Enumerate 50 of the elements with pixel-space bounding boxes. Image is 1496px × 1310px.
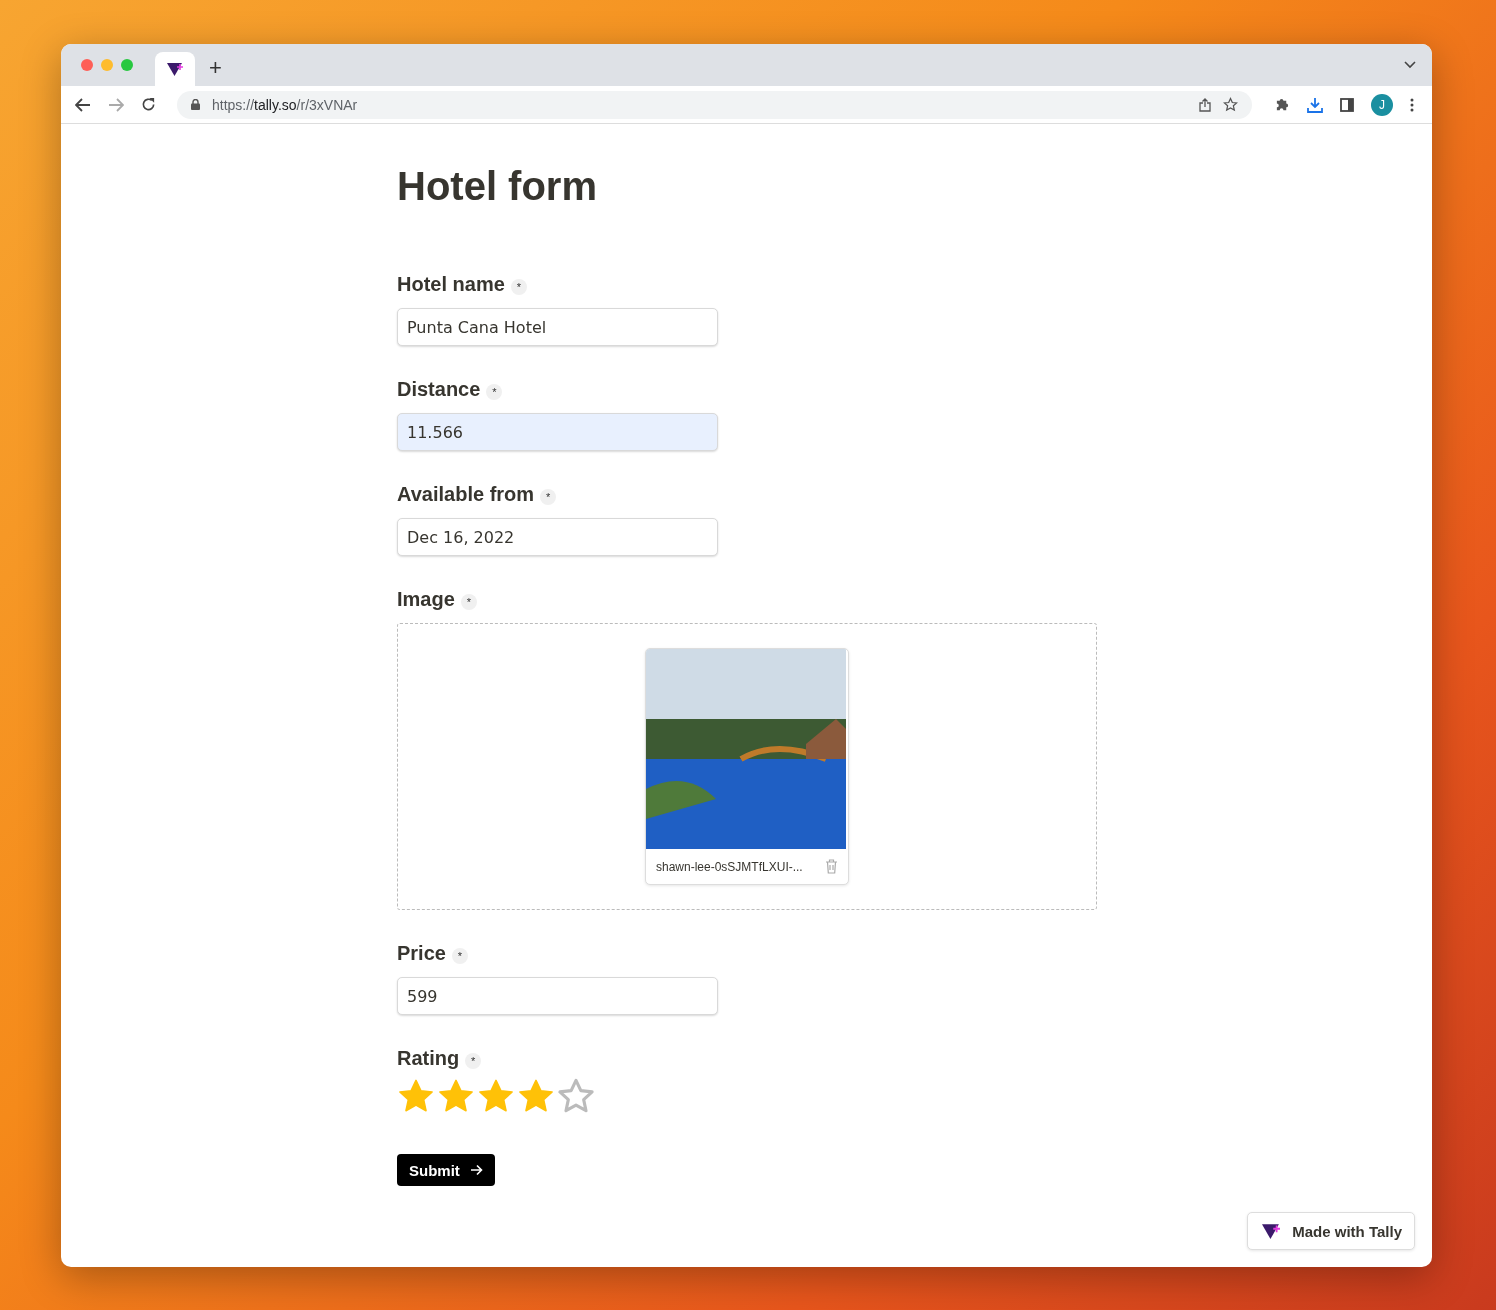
filled-star-icon[interactable] [477, 1078, 515, 1114]
required-marker: * [510, 278, 527, 295]
required-marker: * [486, 383, 503, 400]
chevron-down-icon[interactable] [1404, 61, 1416, 69]
required-marker: * [540, 488, 557, 505]
field-label: Price [397, 942, 446, 965]
field-label: Rating [397, 1047, 460, 1070]
puzzle-piece-icon[interactable] [1275, 97, 1290, 112]
forward-arrow-icon[interactable] [108, 97, 124, 112]
reload-icon[interactable] [141, 97, 156, 112]
required-marker: * [451, 947, 468, 964]
file-name: shawn-lee-0sSJMTfLXUI-... [656, 859, 803, 874]
form-title: Hotel form [397, 164, 598, 209]
filled-star-icon[interactable] [517, 1078, 555, 1114]
upload-area[interactable]: shawn-lee-0sSJMTfLXUI-... [397, 623, 1097, 910]
maximize-window-icon[interactable] [121, 59, 133, 71]
side-panel-icon[interactable] [1340, 97, 1354, 112]
address-bar[interactable]: https://tally.so/r/3xVNAr [177, 90, 1252, 119]
field-label: Hotel name [397, 273, 505, 296]
made-with-badge[interactable]: Made with Tally [1247, 1212, 1415, 1250]
triangle-logo-icon [166, 61, 184, 77]
trash-icon[interactable] [825, 859, 838, 874]
field-label: Available from [397, 483, 535, 506]
close-window-icon[interactable] [81, 59, 93, 71]
lock-icon [191, 99, 200, 110]
more-menu-icon[interactable] [1410, 97, 1414, 112]
new-tab-button[interactable]: + [209, 56, 222, 80]
filled-star-icon[interactable] [397, 1078, 435, 1114]
field-label: Distance [397, 378, 481, 401]
required-marker: * [465, 1052, 482, 1069]
download-icon[interactable] [1307, 96, 1323, 113]
badge-text: Made with Tally [1292, 1222, 1402, 1240]
share-icon[interactable] [1199, 97, 1211, 112]
filled-star-icon[interactable] [437, 1078, 475, 1114]
input-field[interactable]: Punta Cana Hotel [397, 308, 718, 346]
minimize-window-icon[interactable] [101, 59, 113, 71]
field-label: Image [397, 588, 455, 611]
empty-star-icon[interactable] [557, 1078, 595, 1114]
arrow-right-icon [469, 1164, 483, 1176]
star-outline-icon[interactable] [1223, 97, 1238, 112]
required-marker: * [460, 593, 477, 610]
input-field[interactable]: 11.566 [397, 413, 718, 451]
browser-tab[interactable] [155, 52, 195, 86]
triangle-logo-icon [1260, 1222, 1283, 1240]
submit-button[interactable]: Submit [397, 1154, 495, 1186]
input-field[interactable]: 599 [397, 977, 718, 1015]
profile-avatar[interactable]: J [1371, 93, 1393, 116]
url-text: https://tally.so/r/3xVNAr [212, 96, 358, 113]
input-field[interactable]: Dec 16, 2022 [397, 518, 718, 556]
back-arrow-icon[interactable] [75, 97, 91, 112]
